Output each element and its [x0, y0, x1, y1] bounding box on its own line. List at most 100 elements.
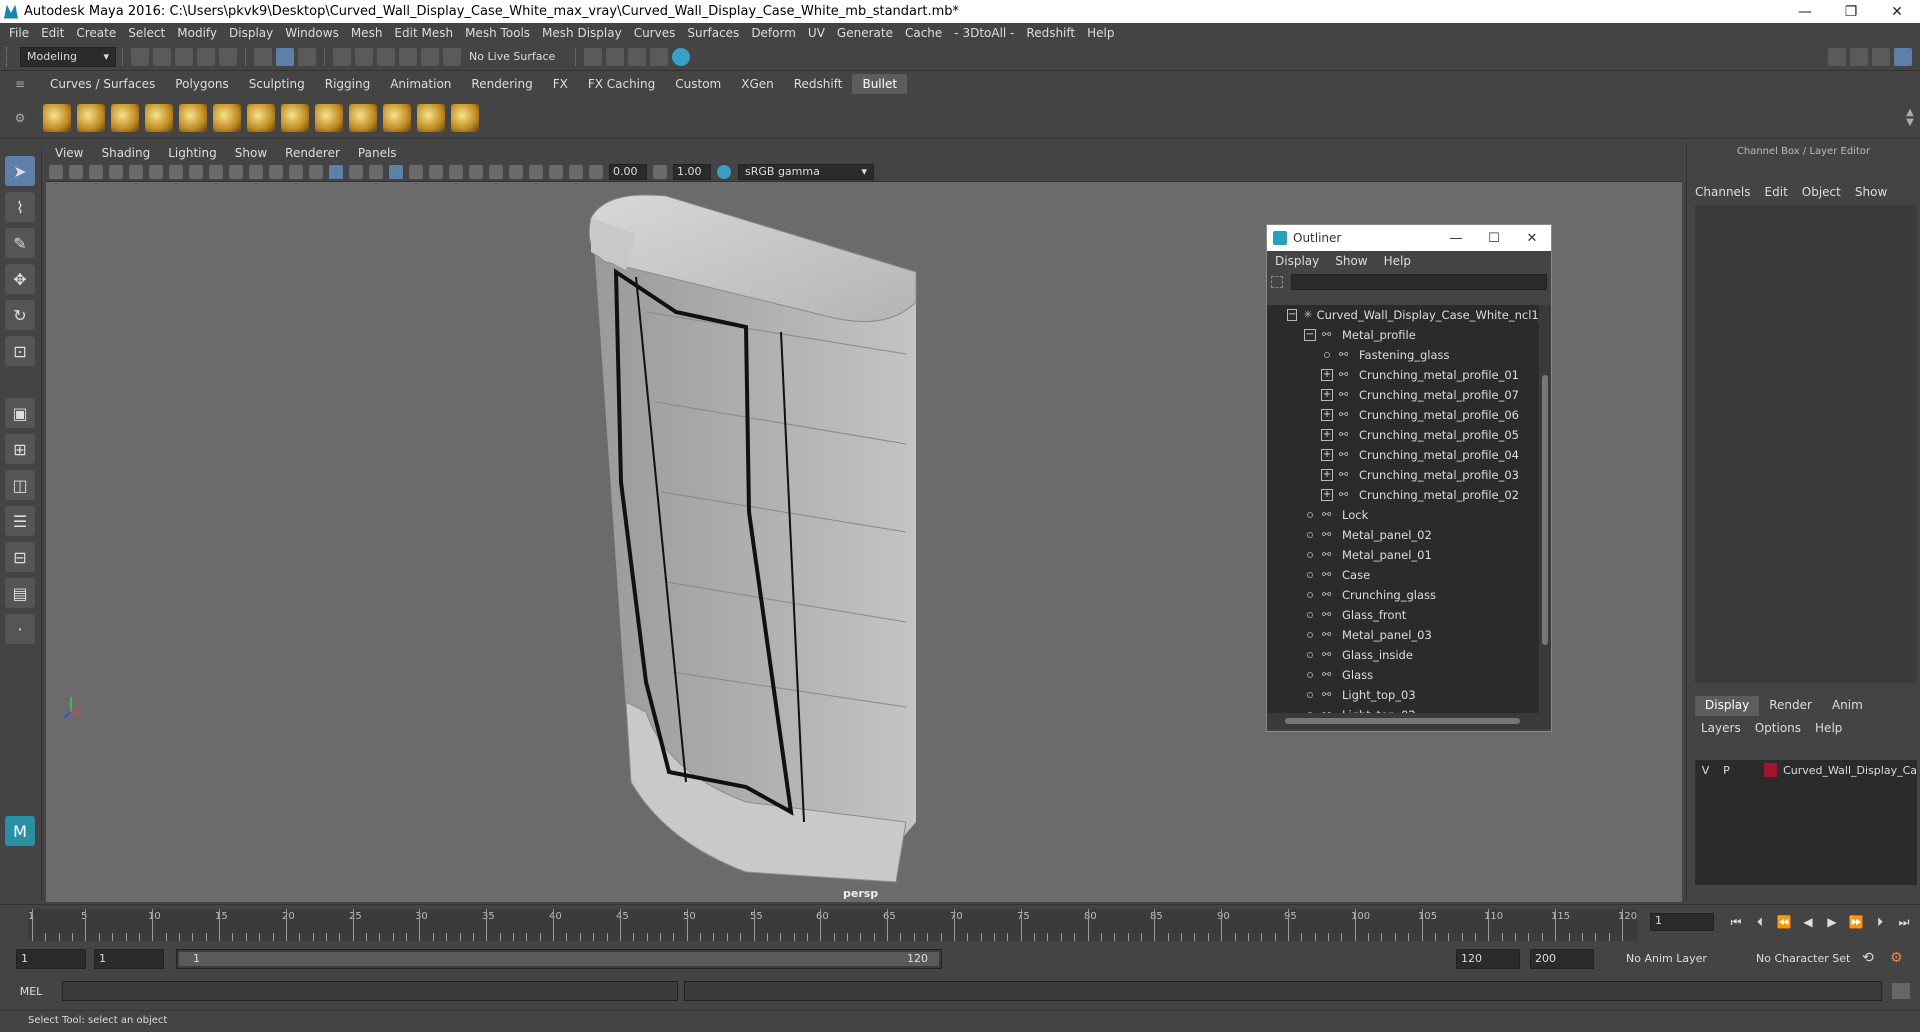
outliner-item[interactable]: + ⚯ Crunching_metal_profile_04	[1267, 445, 1539, 465]
bullet-figure-icon[interactable]	[417, 103, 445, 132]
current-frame-field[interactable]: 1	[1650, 913, 1714, 931]
bullet-spring-icon[interactable]	[281, 103, 309, 132]
open-scene-icon[interactable]	[153, 47, 171, 66]
maximize-button[interactable]: ❐	[1828, 4, 1874, 20]
step-back-icon[interactable]: ⏴	[1750, 915, 1770, 930]
bullet-ragdoll-icon[interactable]	[213, 103, 241, 132]
outliner-minimize-button[interactable]: —	[1437, 231, 1475, 246]
shelf-tab-rigging[interactable]: Rigging	[315, 74, 380, 94]
status-line-handle[interactable]	[6, 46, 14, 67]
2d-pan-zoom-icon[interactable]	[129, 164, 143, 179]
menu-mesh-display[interactable]: Mesh Display	[542, 26, 622, 40]
smooth-shade-icon[interactable]	[329, 164, 343, 179]
save-scene-icon[interactable]	[175, 47, 193, 66]
channel-box-menu-channels[interactable]: Channels	[1695, 185, 1751, 199]
menu-deform[interactable]: Deform	[751, 26, 796, 40]
wireframe-on-shaded-icon[interactable]	[349, 164, 363, 179]
camera-icon[interactable]	[49, 164, 63, 179]
layout-two-icon[interactable]: ◫	[5, 470, 35, 500]
outliner-item[interactable]: ⚯ Case	[1267, 565, 1539, 585]
snap-point-icon[interactable]	[377, 47, 395, 66]
outliner-vertical-scrollbar[interactable]	[1539, 305, 1551, 713]
isolate-select-icon[interactable]	[509, 164, 523, 179]
layout-outliner-icon[interactable]: ☰	[5, 506, 35, 536]
magnet-icon[interactable]	[443, 47, 461, 66]
film-gate-icon[interactable]	[189, 164, 203, 179]
menu-generate[interactable]: Generate	[837, 26, 893, 40]
outliner-item[interactable]: + ⚯ Crunching_metal_profile_01	[1267, 365, 1539, 385]
layer-menu-options[interactable]: Options	[1755, 721, 1801, 735]
expand-icon[interactable]: +	[1321, 469, 1333, 481]
menu-help[interactable]: Help	[1087, 26, 1114, 40]
layer-playback-toggle[interactable]: P	[1716, 764, 1737, 777]
step-back-key-icon[interactable]: ⏪	[1774, 915, 1794, 929]
depth-of-field-icon[interactable]	[489, 164, 503, 179]
preferences-icon[interactable]: ⚙	[1890, 950, 1903, 966]
outliner-item[interactable]: ⚯ Metal_panel_02	[1267, 525, 1539, 545]
camera-attributes-icon[interactable]	[69, 164, 83, 179]
viewport-menu-show[interactable]: Show	[235, 146, 267, 160]
scrollbar-thumb[interactable]	[1285, 718, 1520, 724]
outliner-menu-help[interactable]: Help	[1384, 254, 1411, 268]
layer-visibility-toggle[interactable]: V	[1695, 764, 1716, 777]
expand-icon[interactable]: +	[1321, 409, 1333, 421]
layer-menu-layers[interactable]: Layers	[1701, 721, 1741, 735]
layout-single-icon[interactable]: ▣	[5, 398, 35, 428]
ambient-occlusion-icon[interactable]	[429, 164, 443, 179]
outliner-maximize-button[interactable]: ☐	[1475, 231, 1513, 246]
bullet-shatter-icon[interactable]	[315, 103, 343, 132]
layer-menu-help[interactable]: Help	[1815, 721, 1842, 735]
bookmark-icon[interactable]	[89, 164, 103, 179]
outliner-titlebar[interactable]: Outliner — ☐ ✕	[1267, 225, 1551, 251]
live-surface-label[interactable]: No Live Surface	[469, 50, 569, 63]
scrollbar-thumb[interactable]	[1542, 375, 1548, 645]
layer-color-swatch[interactable]	[1763, 763, 1778, 777]
close-button[interactable]: ✕	[1874, 4, 1920, 20]
shelf-tab-sculpting[interactable]: Sculpting	[239, 74, 315, 94]
shelf-scroll-icon[interactable]: ▲ ▼	[1900, 107, 1920, 128]
outliner-item[interactable]: + ⚯ Crunching_metal_profile_02	[1267, 485, 1539, 505]
anti-aliasing-icon[interactable]	[469, 164, 483, 179]
use-lights-icon[interactable]	[389, 164, 403, 179]
shelf-tab-custom[interactable]: Custom	[665, 74, 731, 94]
snap-curve-icon[interactable]	[355, 47, 373, 66]
step-forward-icon[interactable]: ⏵	[1870, 915, 1890, 930]
outliner-item[interactable]: ⚯ Light_top_03	[1267, 685, 1539, 705]
gate-mask-icon[interactable]	[229, 164, 243, 179]
menu-select[interactable]: Select	[128, 26, 165, 40]
menu-file[interactable]: File	[9, 26, 29, 40]
select-component-icon[interactable]	[298, 47, 316, 66]
render-settings-icon[interactable]	[628, 47, 646, 66]
range-slider[interactable]: 1 120	[176, 949, 942, 969]
hypershade-icon[interactable]	[650, 47, 668, 66]
time-ruler[interactable]: 1510152025303540455055606570758085909510…	[28, 909, 1638, 941]
menu-create[interactable]: Create	[76, 26, 116, 40]
viewport-menu-renderer[interactable]: Renderer	[285, 146, 340, 160]
select-hierarchy-icon[interactable]	[254, 47, 272, 66]
exposure-field[interactable]: 0.00	[609, 163, 647, 180]
outliner-item[interactable]: + ⚯ Crunching_metal_profile_05	[1267, 425, 1539, 445]
collapse-icon[interactable]: −	[1287, 309, 1298, 321]
gamma-icon[interactable]	[653, 164, 667, 179]
bullet-passive-rigid-icon[interactable]	[77, 103, 105, 132]
xray-joints-icon[interactable]	[569, 164, 583, 179]
shelf-menu-icon[interactable]: ≡	[0, 77, 40, 91]
bullet-select-icon[interactable]	[451, 103, 479, 132]
textured-icon[interactable]	[369, 164, 383, 179]
viewport-menu-view[interactable]: View	[55, 146, 83, 160]
shelf-tab-bullet[interactable]: Bullet	[852, 74, 908, 94]
layer-tab-anim[interactable]: Anim	[1822, 696, 1873, 716]
layer-row[interactable]: V P Curved_Wall_Display_Ca	[1695, 760, 1917, 780]
gamma-field[interactable]: 1.00	[673, 163, 711, 180]
shelf-settings-icon[interactable]: ⚙	[0, 111, 40, 125]
image-plane-icon[interactable]	[109, 164, 123, 179]
expand-icon[interactable]: +	[1321, 389, 1333, 401]
menu-mesh-tools[interactable]: Mesh Tools	[465, 26, 530, 40]
shelf-tab-fx-caching[interactable]: FX Caching	[578, 74, 665, 94]
rotate-tool-icon[interactable]: ↻	[5, 300, 35, 330]
outliner-item[interactable]: ⚯ Crunching_glass	[1267, 585, 1539, 605]
shelf-tab-animation[interactable]: Animation	[380, 74, 461, 94]
menu-display[interactable]: Display	[229, 26, 273, 40]
select-tool-icon[interactable]: ➤	[5, 156, 35, 186]
maya-home-icon[interactable]: M	[5, 816, 35, 846]
